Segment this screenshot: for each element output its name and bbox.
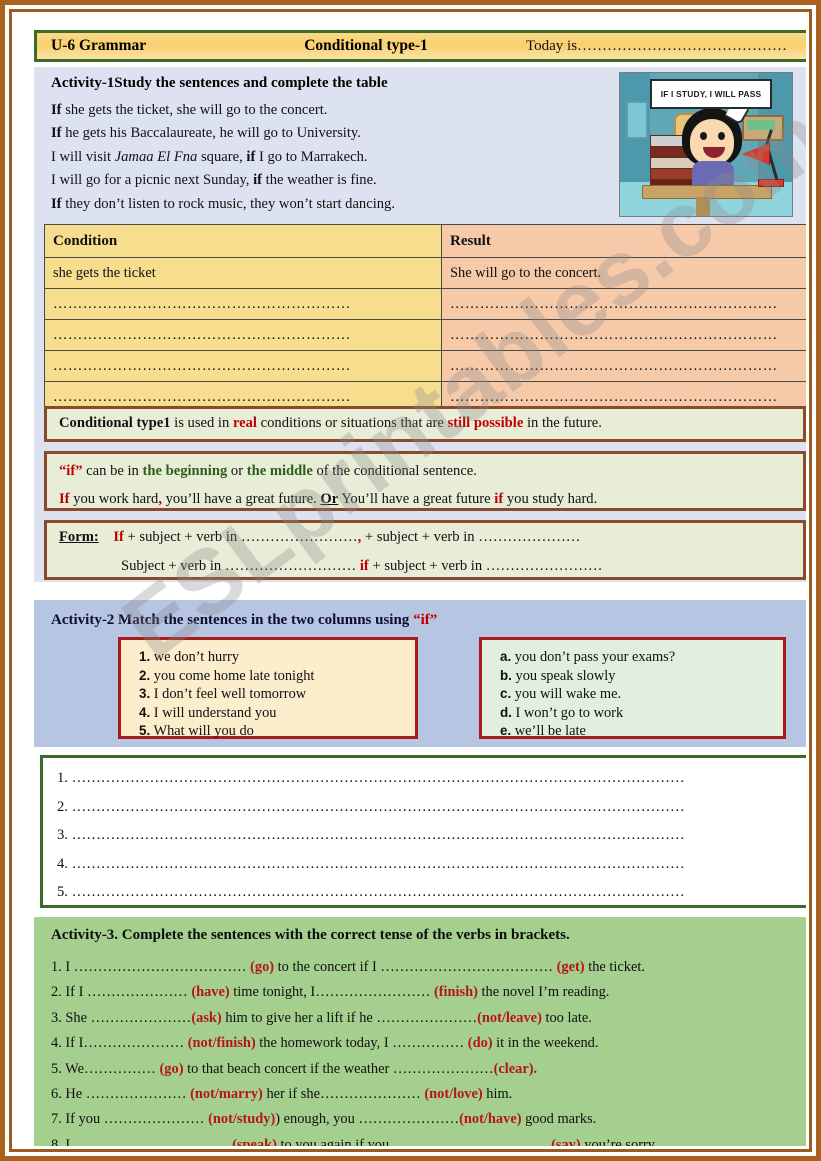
list-item: 1. we don’t hurry bbox=[139, 649, 240, 665]
column-header-result: Result bbox=[441, 224, 806, 258]
form-line1: Form: If + subject + verb in ……………………, +… bbox=[59, 529, 581, 545]
cell-result-blank[interactable]: ………………………………………………………… bbox=[441, 350, 806, 382]
page-inner-border: U-6 Grammar Conditional type-1 Today is…… bbox=[9, 9, 812, 1152]
list-item: e. we’ll be late bbox=[500, 723, 586, 740]
activity2-answer-box[interactable]: 1. …………………………………………………………………………………………………… bbox=[40, 755, 806, 908]
list-item: 4. If I………………… (not/finish) the homework… bbox=[51, 1035, 599, 1052]
answer-line[interactable]: 5. …………………………………………………………………………………………………… bbox=[57, 878, 798, 907]
rule-position-line2: If you work hard, you’ll have a great fu… bbox=[59, 491, 598, 507]
rule-definition-text: Conditional type1 is used in real condit… bbox=[59, 415, 602, 431]
list-item: 2. you come home late tonight bbox=[139, 667, 315, 684]
lamp-icon bbox=[742, 143, 770, 165]
window-icon bbox=[626, 101, 648, 139]
table-row: …………………………………………………… …………………………………………………… bbox=[44, 319, 806, 351]
list-item: 5. What will you do bbox=[139, 723, 254, 740]
list-item: 3. She …………………(ask) him to give her a li… bbox=[51, 1009, 592, 1026]
rule-position-line1: “if” can be in the beginning or the midd… bbox=[59, 463, 477, 479]
list-item: c. you will wake me. bbox=[500, 686, 622, 703]
topic-title: Conditional type-1 bbox=[304, 37, 428, 54]
answer-line[interactable]: 2. …………………………………………………………………………………………………… bbox=[57, 793, 798, 822]
list-item: 2. If I ………………… (have) time tonight, I……… bbox=[51, 984, 610, 1001]
list-item: 4. I will understand you bbox=[139, 704, 277, 721]
list-item: I will visit Jamaa El Fna square, if I g… bbox=[51, 148, 368, 165]
list-item: If he gets his Baccalaureate, he will go… bbox=[51, 125, 361, 142]
rule-box-position: “if” can be in the beginning or the midd… bbox=[44, 451, 806, 511]
rule-box-definition: Conditional type1 is used in real condit… bbox=[44, 406, 806, 442]
unit-label: U-6 Grammar bbox=[51, 37, 147, 54]
eye-right bbox=[718, 132, 725, 140]
answer-line[interactable]: 1. …………………………………………………………………………………………………… bbox=[57, 764, 798, 793]
list-item: d. I won’t go to work bbox=[500, 704, 624, 721]
desk-leg bbox=[696, 197, 710, 216]
speech-bubble: IF I STUDY, I WILL PASS bbox=[650, 79, 772, 109]
list-item: 8. I ……………………………(speak) to you again if … bbox=[51, 1136, 658, 1146]
activity1-title: Activity-1Study the sentences and comple… bbox=[51, 75, 388, 91]
date-field[interactable]: Today is…………………………………… bbox=[481, 38, 806, 55]
condition-result-table: Condition Result she gets the ticket She… bbox=[44, 224, 806, 413]
list-item: a. you don’t pass your exams? bbox=[500, 649, 676, 665]
cell-result-blank[interactable]: ………………………………………………………… bbox=[441, 288, 806, 320]
face bbox=[690, 119, 734, 165]
eye-left bbox=[700, 132, 707, 140]
shelf-item bbox=[747, 120, 775, 130]
activity3-items: 1. I ……………………………… (go) to the concert if… bbox=[51, 955, 796, 1146]
cell-condition: she gets the ticket bbox=[44, 257, 442, 289]
list-item: If they don’t listen to rock music, they… bbox=[51, 195, 395, 212]
list-item: 7. If you ………………… (not/study)) enough, y… bbox=[51, 1111, 597, 1128]
shelf-icon bbox=[742, 115, 784, 141]
table-header-row: Condition Result bbox=[44, 224, 806, 258]
lamp-base bbox=[758, 179, 784, 187]
rule-box-form: Form: If + subject + verb in ……………………, +… bbox=[44, 520, 806, 580]
column-header-condition: Condition bbox=[44, 224, 442, 258]
cell-result: She will go to the concert. bbox=[441, 257, 806, 289]
table-row: …………………………………………………… …………………………………………………… bbox=[44, 288, 806, 320]
form-line2: Subject + verb in ……………………… if + subject… bbox=[121, 558, 603, 574]
worksheet-header: U-6 Grammar Conditional type-1 Today is…… bbox=[34, 30, 806, 62]
list-item: I will go for a picnic next Sunday, if t… bbox=[51, 172, 377, 189]
answer-line[interactable]: 3. …………………………………………………………………………………………………… bbox=[57, 821, 798, 850]
cell-result-blank[interactable]: ………………………………………………………… bbox=[441, 319, 806, 351]
list-item: 6. He ………………… (not/marry) her if she…………… bbox=[51, 1086, 513, 1103]
worksheet-page: U-6 Grammar Conditional type-1 Today is…… bbox=[0, 0, 821, 1161]
list-item: 5. We…………… (go) to that beach concert if… bbox=[51, 1060, 538, 1077]
list-item: 1. I ……………………………… (go) to the concert if… bbox=[51, 959, 645, 975]
list-item: If she gets the ticket, she will go to t… bbox=[51, 102, 328, 118]
activity2-title: Activity-2 Match the sentences in the tw… bbox=[51, 612, 438, 628]
table-row: she gets the ticket She will go to the c… bbox=[44, 257, 806, 289]
match-column-left[interactable]: 1. we don’t hurry 2. you come home late … bbox=[118, 637, 418, 739]
answer-line[interactable]: 4. …………………………………………………………………………………………………… bbox=[57, 850, 798, 879]
list-item: b. you speak slowly bbox=[500, 667, 616, 684]
list-item: 3. I don’t feel well tomorrow bbox=[139, 686, 307, 703]
match-column-right[interactable]: a. you don’t pass your exams? b. you spe… bbox=[479, 637, 786, 739]
cell-condition-blank[interactable]: …………………………………………………… bbox=[44, 319, 442, 351]
activity1-sentences: If she gets the ticket, she will go to t… bbox=[51, 99, 611, 216]
cell-condition-blank[interactable]: …………………………………………………… bbox=[44, 350, 442, 382]
study-illustration: IF I STUDY, I WILL PASS bbox=[619, 72, 793, 217]
cell-condition-blank[interactable]: …………………………………………………… bbox=[44, 288, 442, 320]
page-content: U-6 Grammar Conditional type-1 Today is…… bbox=[15, 15, 806, 1146]
activity3-title: Activity-3. Complete the sentences with … bbox=[51, 927, 570, 943]
table-row: …………………………………………………… …………………………………………………… bbox=[44, 350, 806, 382]
